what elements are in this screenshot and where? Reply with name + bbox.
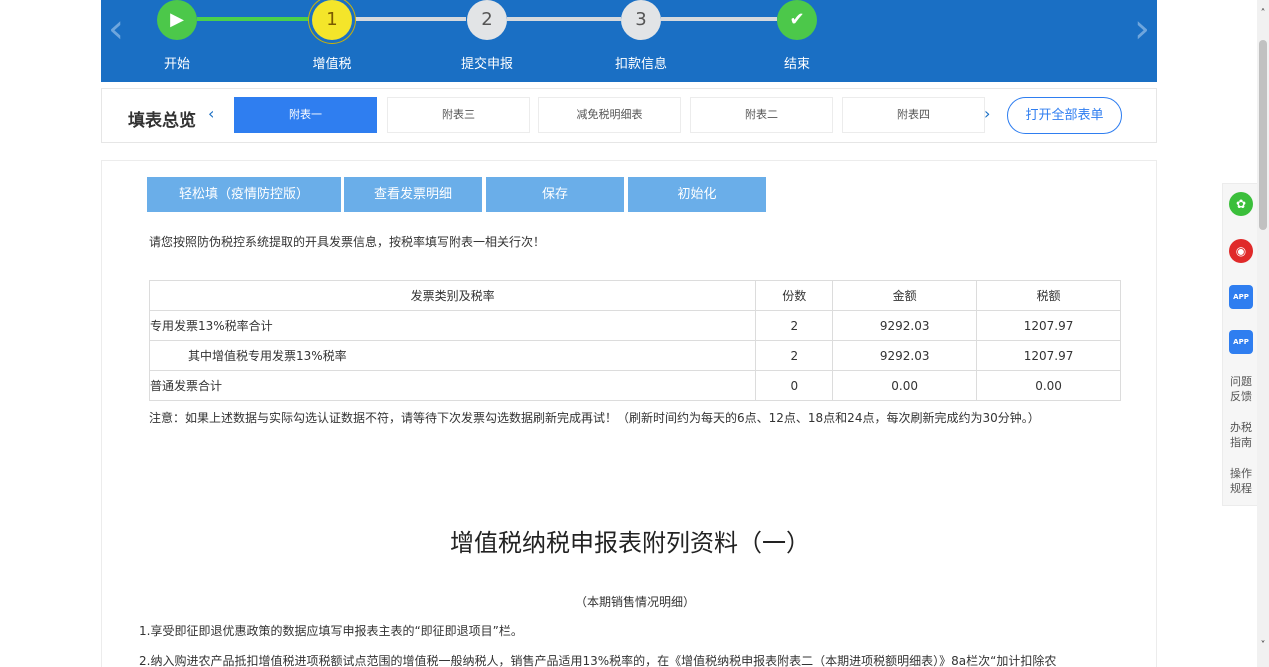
step-label-submit: 提交申报 — [460, 57, 513, 72]
open-all-forms-button[interactable]: 打开全部表单 — [1007, 97, 1122, 134]
tab-schedule-1[interactable]: 附表一 — [234, 97, 377, 133]
invoice-summary-table: 发票类别及税率 份数 金额 税额 专用发票13%税率合计 2 9292.03 1… — [148, 280, 1121, 401]
form-tab-bar: 填表总览 ‹ 附表一 附表三 减免税明细表 附表二 附表四 › 打开全部表单 — [101, 88, 1157, 143]
column-header-amount: 金额 — [832, 280, 978, 311]
refresh-note: 注意：如果上述数据与实际勾选认证数据不符，请等待下次发票勾选数据刷新完成再试！（… — [149, 411, 1040, 425]
feedback-link[interactable]: 问题反馈 — [1223, 374, 1259, 404]
step-label-vat: 增值税 — [312, 57, 352, 72]
step-payment-marker[interactable]: 3 — [621, 0, 661, 40]
save-button[interactable]: 保存 — [486, 177, 624, 212]
report-title: 增值税纳税申报表附列资料（一） — [450, 529, 810, 557]
cell-category: 普通发票合计 — [148, 370, 757, 401]
table-row: 其中增值税专用发票13%税率 2 9292.03 1207.97 — [148, 340, 1121, 371]
step-start-icon[interactable]: ▶ — [157, 0, 197, 40]
operation-procedure-link[interactable]: 操作规程 — [1223, 466, 1259, 496]
cell-tax: 0.00 — [976, 370, 1121, 401]
progress-track — [352, 17, 466, 21]
page-scrollbar[interactable]: ˄ ˅ — [1257, 0, 1269, 667]
tabs-next-chevron-icon[interactable]: › — [984, 104, 990, 123]
column-header-tax: 税额 — [976, 280, 1121, 311]
content-panel: 轻松填（疫情防控版） 查看发票明细 保存 初始化 请您按照防伪税控系统提取的开具… — [101, 160, 1157, 667]
initialize-button[interactable]: 初始化 — [628, 177, 766, 212]
step-label-payment: 扣款信息 — [614, 57, 667, 72]
weibo-icon[interactable]: ◉ — [1229, 239, 1253, 263]
step-label-start: 开始 — [163, 57, 190, 72]
cell-category: 专用发票13%税率合计 — [148, 310, 757, 341]
next-step-arrow[interactable]: › — [1127, 4, 1157, 54]
column-header-count: 份数 — [755, 280, 834, 311]
progress-track — [507, 17, 621, 21]
cell-amount: 9292.03 — [832, 340, 978, 371]
cell-count: 2 — [755, 310, 834, 341]
cell-category: 其中增值税专用发票13%税率 — [148, 340, 757, 371]
tax-guide-link[interactable]: 办税指南 — [1223, 420, 1259, 450]
app-icon[interactable]: APP — [1229, 330, 1253, 354]
step-submit-marker[interactable]: 2 — [467, 0, 507, 40]
scroll-thumb[interactable] — [1259, 40, 1267, 230]
cell-amount: 9292.03 — [832, 310, 978, 341]
report-subtitle: （本期销售情况明细） — [574, 595, 695, 609]
view-invoice-details-button[interactable]: 查看发票明细 — [344, 177, 482, 212]
easy-fill-button[interactable]: 轻松填（疫情防控版） — [147, 177, 341, 212]
tab-schedule-4[interactable]: 附表四 — [842, 97, 985, 133]
filling-rule-2: 2.纳入购进农产品抵扣增值税进项税额试点范围的增值税一般纳税人，销售产品适用13… — [139, 654, 1057, 667]
step-label-end: 结束 — [783, 57, 810, 72]
tab-tax-relief-detail[interactable]: 减免税明细表 — [538, 97, 681, 133]
scroll-down-arrow-icon[interactable]: ˅ — [1257, 640, 1269, 651]
cell-count: 0 — [755, 370, 834, 401]
step-vat-marker[interactable]: 1 — [312, 0, 352, 40]
cell-tax: 1207.97 — [976, 340, 1121, 371]
previous-step-arrow[interactable]: ‹ — [101, 4, 131, 54]
progress-stepper: ‹ › ▶ 1 2 3 ✔ 开始 增值税 提交申报 扣款信息 结束 — [101, 0, 1157, 82]
progress-track — [661, 17, 777, 21]
tab-schedule-3[interactable]: 附表三 — [387, 97, 530, 133]
tab-schedule-2[interactable]: 附表二 — [690, 97, 833, 133]
column-header-category: 发票类别及税率 — [148, 280, 757, 311]
step-end-check-icon[interactable]: ✔ — [777, 0, 817, 40]
cell-tax: 1207.97 — [976, 310, 1121, 341]
form-overview-title: 填表总览 — [128, 111, 196, 131]
instruction-text: 请您按照防伪税控系统提取的开具发票信息，按税率填写附表一相关行次！ — [149, 235, 546, 249]
filling-rule-1: 1.享受即征即退优惠政策的数据应填写申报表主表的“即征即退项目”栏。 — [139, 624, 523, 638]
cell-amount: 0.00 — [832, 370, 978, 401]
wechat-icon[interactable]: ✿ — [1229, 192, 1253, 216]
tabs-prev-chevron-icon[interactable]: ‹ — [208, 104, 214, 123]
table-row: 专用发票13%税率合计 2 9292.03 1207.97 — [148, 310, 1121, 341]
cell-count: 2 — [755, 340, 834, 371]
table-row: 普通发票合计 0 0.00 0.00 — [148, 370, 1121, 401]
side-toolbar: ✿ ◉ APP APP 问题反馈 办税指南 操作规程 — [1222, 183, 1258, 506]
app-icon[interactable]: APP — [1229, 285, 1253, 309]
scroll-up-arrow-icon[interactable]: ˄ — [1257, 8, 1269, 19]
